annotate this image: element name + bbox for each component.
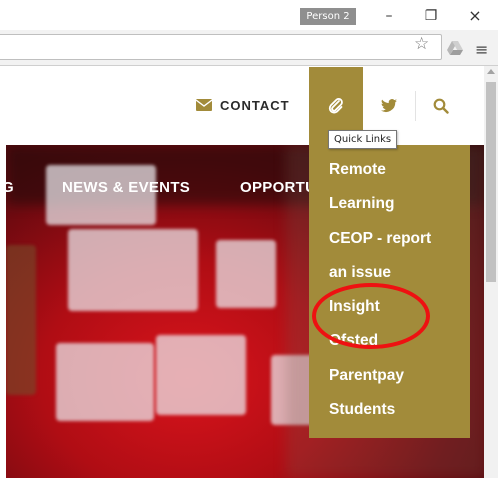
browser-menu-icon[interactable]: ≡ [475, 40, 488, 59]
browser-toolbar: ☆ [0, 30, 498, 66]
contact-label: CONTACT [220, 97, 290, 113]
twitter-icon[interactable] [381, 99, 397, 113]
quick-links-tooltip: Quick Links [328, 130, 398, 149]
quick-link-students[interactable]: Students [329, 401, 395, 419]
profile-badge[interactable]: Person 2 [300, 8, 356, 25]
contact-link[interactable]: CONTACT [196, 97, 290, 113]
annotation-circle [312, 283, 430, 349]
nav-item-news-events[interactable]: NEWS & EVENTS [62, 179, 190, 196]
search-icon[interactable] [433, 98, 449, 114]
hero-card [156, 335, 246, 415]
browser-titlebar: Person 2 – ❐ × [0, 0, 498, 30]
scroll-thumb[interactable] [486, 82, 496, 282]
quick-link-parentpay[interactable]: Parentpay [329, 367, 404, 385]
header-divider [415, 91, 416, 121]
address-bar[interactable] [0, 34, 442, 60]
bookmark-star-icon[interactable]: ☆ [414, 34, 429, 54]
close-button[interactable]: × [463, 7, 487, 25]
drive-extension-icon[interactable] [447, 41, 463, 55]
scroll-up-arrow-icon[interactable] [487, 69, 495, 74]
site-header: CONTACT [0, 67, 484, 145]
hero-card [216, 240, 276, 308]
nav-item-opportunities[interactable]: OPPORTU [240, 179, 316, 196]
envelope-icon [196, 99, 212, 111]
quick-link-ceop-line2[interactable]: an issue [329, 264, 391, 282]
hero-card [56, 343, 154, 421]
quick-link-learning[interactable]: Learning [329, 195, 394, 213]
minimize-button[interactable]: – [377, 7, 401, 25]
restore-button[interactable]: ❐ [419, 7, 443, 25]
quick-link-remote[interactable]: Remote [329, 161, 386, 179]
page-scrollbar[interactable] [484, 66, 498, 478]
hero-card [68, 229, 198, 311]
paperclip-icon [328, 98, 343, 114]
quick-link-ceop[interactable]: CEOP - report [329, 230, 431, 248]
nav-item-partial[interactable]: G [6, 179, 14, 196]
hero-person [6, 245, 36, 395]
